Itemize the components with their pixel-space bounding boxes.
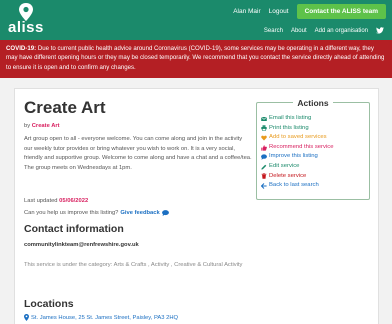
user-name-link[interactable]: Alan Mair [233, 8, 260, 15]
twitter-icon[interactable] [376, 27, 384, 34]
pencil-icon [261, 164, 267, 170]
service-title: Create Art [24, 98, 106, 117]
contact-email[interactable]: communitylinkteam@renfrewshire.gov.uk [24, 242, 139, 248]
action-save-service[interactable]: Add to saved services [261, 133, 334, 143]
action-improve-listing[interactable]: Improve this listing [261, 152, 334, 162]
account-nav: Alan Mair Logout Contact the ALISS team [233, 4, 386, 19]
action-back-to-search[interactable]: Back to last search [261, 181, 334, 191]
updated-label: Last updated [24, 198, 58, 204]
main-nav: Search About Add an organisation [264, 27, 384, 34]
locations-heading: Locations [24, 298, 74, 310]
print-icon [261, 125, 267, 132]
nav-search[interactable]: Search [264, 28, 283, 34]
arrow-left-icon [261, 183, 267, 189]
banner-lead: COVID-19: [6, 45, 37, 52]
action-label: Edit service [269, 162, 300, 169]
action-label: Print this listing [269, 124, 309, 131]
chat-icon[interactable] [161, 210, 169, 216]
action-edit-service[interactable]: Edit service [261, 162, 334, 172]
action-label: Email this listing [269, 115, 312, 121]
location-address[interactable]: St. James House, 25 St. James Street, Pa… [31, 315, 178, 321]
contact-heading: Contact information [24, 223, 124, 235]
give-feedback-link[interactable]: Give feedback [120, 210, 159, 216]
actions-title: Actions [293, 98, 333, 108]
category-note: This service is under the category: Arts… [24, 262, 243, 268]
contact-team-button[interactable]: Contact the ALISS team [296, 4, 386, 19]
last-updated: Last updated 05/06/2022 [24, 198, 88, 204]
improve-prompt: Can you help us improve this listing? Gi… [24, 210, 169, 216]
covid-alert-banner: COVID-19: Due to current public health a… [0, 40, 392, 78]
envelope-icon [261, 116, 267, 121]
site-header: aliss Alan Mair Logout Contact the ALISS… [0, 0, 392, 40]
action-label: Add to saved services [269, 134, 327, 141]
action-label: Improve this listing [269, 153, 318, 160]
map-pin-icon [24, 314, 29, 321]
thumbs-up-icon [261, 144, 267, 151]
action-recommend-service[interactable]: Recommend this service [261, 143, 334, 153]
trash-icon [261, 173, 267, 180]
action-delete-service[interactable]: Delete service [261, 172, 334, 182]
logout-link[interactable]: Logout [269, 8, 289, 15]
byline-label: by [24, 123, 31, 129]
chat-icon [261, 154, 267, 160]
updated-date: 05/06/2022 [59, 198, 89, 204]
action-label: Back to last search [269, 182, 319, 189]
improve-question: Can you help us improve this listing? [24, 210, 119, 216]
service-description: Art group open to all - everyone welcome… [24, 136, 252, 171]
action-email-listing[interactable]: Email this listing [261, 114, 334, 124]
location-item[interactable]: St. James House, 25 St. James Street, Pa… [24, 314, 178, 321]
action-label: Delete service [269, 172, 307, 179]
nav-about[interactable]: About [291, 28, 307, 34]
organisation-link[interactable]: Create Art [32, 123, 60, 129]
heart-icon [261, 135, 267, 141]
service-byline: by Create Art [24, 123, 60, 129]
service-card: Create Art by Create Art Art group open … [14, 88, 379, 324]
banner-text: Due to current public health advice arou… [6, 45, 385, 71]
nav-add-organisation[interactable]: Add an organisation [315, 28, 368, 34]
aliss-logo[interactable]: aliss [8, 3, 48, 37]
logo-text: aliss [8, 19, 44, 36]
actions-panel: Actions Email this listing Print this li… [256, 98, 370, 200]
action-label: Recommend this service [269, 143, 334, 150]
main-content: Create Art by Create Art Art group open … [0, 78, 392, 324]
action-print-listing[interactable]: Print this listing [261, 124, 334, 134]
actions-list: Email this listing Print this listing Ad… [261, 114, 334, 191]
